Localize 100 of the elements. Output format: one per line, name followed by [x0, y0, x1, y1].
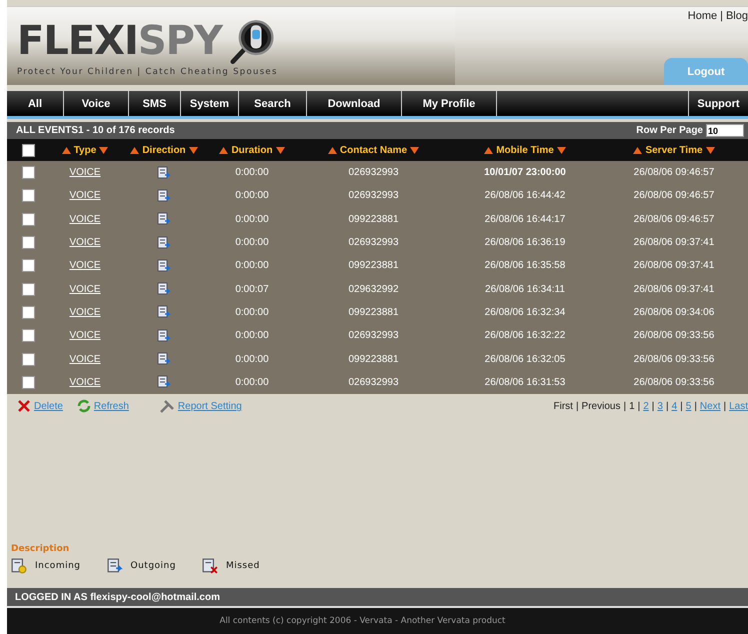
rows-per-page-field[interactable]: 10	[706, 124, 744, 137]
sort-up-icon[interactable]	[219, 146, 228, 154]
duration-cell-text: 0:00:00	[234, 237, 270, 248]
pager-separator: |	[680, 400, 683, 412]
sort-down-icon[interactable]	[188, 146, 198, 154]
pager-separator: |	[652, 400, 654, 412]
event-type-link[interactable]: VOICE	[69, 237, 101, 248]
nav-tab[interactable]: Voice	[64, 91, 129, 116]
pager-separator: |	[638, 400, 640, 412]
action-link[interactable]: Report Setting	[178, 400, 242, 412]
duration-cell-text: 0:00:00	[234, 354, 270, 365]
event-type-link[interactable]: VOICE	[69, 284, 101, 295]
page-label: First	[553, 400, 573, 412]
legend-title: Description	[11, 544, 70, 554]
tools-icon[interactable]	[158, 399, 175, 414]
row-checkbox[interactable]	[22, 166, 34, 180]
nav-tab[interactable]: SMS	[129, 91, 181, 116]
row-checkbox[interactable]	[22, 282, 34, 296]
page-link[interactable]: 4	[672, 400, 678, 412]
duration-cell-text: 0:00:00	[234, 376, 270, 388]
nav-tab[interactable]: Download	[307, 91, 402, 116]
row-checkbox[interactable]	[22, 212, 34, 226]
mobile-time-cell-text: 26/08/06 16:36:19	[484, 237, 566, 248]
column-header: Duration	[231, 144, 273, 156]
logo-text: FLEXI	[17, 19, 138, 63]
contact-cell-text: 026932993	[347, 330, 400, 342]
event-type-link[interactable]: VOICE	[69, 190, 101, 202]
row-checkbox[interactable]	[22, 259, 34, 272]
sort-up-icon[interactable]	[130, 146, 140, 154]
sort-down-icon[interactable]	[706, 146, 715, 154]
sort-down-icon[interactable]	[99, 146, 108, 154]
action-link[interactable]: Refresh	[94, 400, 129, 412]
duration-cell-text: 0:00:00	[234, 214, 270, 225]
contact-cell-text: 026932993	[347, 190, 400, 202]
sort-up-icon[interactable]	[62, 146, 71, 154]
contact-cell-text: 026932993	[347, 237, 400, 248]
event-type-link[interactable]: VOICE	[69, 354, 101, 365]
event-type-link[interactable]: VOICE	[69, 167, 101, 178]
outgoing-call-icon	[157, 258, 171, 273]
row-checkbox[interactable]	[22, 189, 34, 202]
mobile-time-cell-text: 10/01/07 23:00:00	[483, 167, 567, 178]
row-checkbox[interactable]	[22, 306, 34, 319]
event-type-link[interactable]: VOICE	[69, 376, 101, 388]
outgoing-call-icon	[157, 166, 171, 180]
event-type-link[interactable]: VOICE	[69, 260, 101, 272]
legend-label: Missed	[226, 561, 260, 571]
top-link[interactable]: Home	[688, 10, 718, 22]
outgoing-call-icon	[157, 188, 171, 203]
sort-up-icon[interactable]	[633, 146, 642, 154]
duration-cell-text: 0:00:07	[234, 284, 270, 295]
tagline: Protect Your Children | Catch Cheating Spouses	[17, 67, 279, 77]
page-link[interactable]: Last	[729, 400, 748, 412]
page-link[interactable]: Next	[700, 400, 720, 412]
page-label: 1	[629, 400, 635, 412]
page-link[interactable]: 3	[657, 400, 663, 412]
server-time-cell-text: 26/08/06 09:33:56	[632, 330, 716, 342]
sort-up-icon[interactable]	[328, 146, 337, 154]
legend-label: Outgoing	[130, 561, 176, 571]
event-type-link[interactable]: VOICE	[69, 214, 101, 225]
page-label: Previous	[582, 400, 620, 412]
event-type-link[interactable]: VOICE	[69, 306, 101, 318]
row-checkbox[interactable]	[22, 236, 34, 250]
nav-tab[interactable]: Support	[688, 91, 748, 116]
pager-separator: |	[723, 400, 726, 412]
mobile-time-cell-text: 26/08/06 16:31:53	[484, 376, 566, 388]
select-all-checkbox[interactable]	[22, 144, 34, 156]
logged-in-text: LOGGED IN AS flexispy-cool@hotmail.com	[15, 592, 220, 602]
nav-tab[interactable]: All	[7, 91, 64, 116]
delete-icon[interactable]	[17, 399, 31, 414]
row-checkbox[interactable]	[22, 329, 34, 342]
sort-down-icon[interactable]	[410, 146, 420, 154]
row-checkbox[interactable]	[22, 376, 34, 389]
link-separator: |	[720, 10, 723, 22]
server-time-cell-text: 26/08/06 09:46:57	[632, 190, 716, 202]
sort-down-icon[interactable]	[556, 146, 566, 154]
sort-up-icon[interactable]	[484, 146, 494, 154]
outgoing-call-icon	[157, 352, 171, 366]
server-time-cell-text: 26/08/06 09:34:06	[632, 306, 716, 318]
sort-down-icon[interactable]	[276, 146, 285, 154]
copyright-text: All contents (c) copyright 2006 - Vervata - Another Vervata product	[220, 616, 506, 626]
pager-separator: |	[694, 400, 697, 412]
mobile-time-cell-text: 26/08/06 16:32:22	[484, 330, 566, 342]
nav-tab[interactable]: My Profile	[402, 91, 497, 116]
page-link[interactable]: 2	[643, 400, 649, 412]
contact-cell-text: 026932993	[347, 167, 400, 178]
pager-separator: |	[623, 400, 626, 412]
contact-cell-text: 029632992	[347, 284, 400, 295]
duration-cell-text: 0:00:00	[234, 190, 270, 202]
nav-tab[interactable]: System	[181, 91, 239, 116]
page-link[interactable]: 5	[686, 400, 692, 412]
nav-tab[interactable]: Search	[239, 91, 307, 116]
event-type-link[interactable]: VOICE	[69, 330, 101, 342]
row-checkbox[interactable]	[22, 352, 34, 366]
contact-cell-text: 026932993	[347, 376, 400, 388]
outgoing-call-icon	[106, 558, 122, 574]
mobile-time-cell-text: 26/08/06 16:32:05	[484, 354, 566, 365]
column-header: Server Time	[645, 144, 703, 156]
duration-cell-text: 0:00:00	[234, 306, 270, 318]
action-link[interactable]: Delete	[34, 400, 63, 412]
top-link[interactable]: Blog	[726, 10, 748, 22]
